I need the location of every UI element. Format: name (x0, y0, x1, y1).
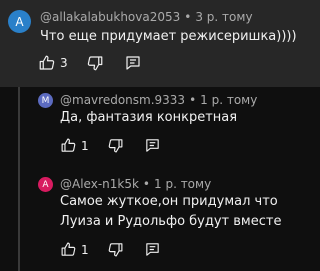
like-count: 1 (81, 138, 89, 153)
meta-separator: • (142, 177, 150, 191)
dislike-button[interactable] (86, 54, 104, 72)
reply-comment: M @mavredonsm.9333 • 1 р. тому Да, фантази… (0, 89, 320, 159)
thumbs-down-icon (108, 139, 123, 153)
avatar[interactable]: A (38, 177, 53, 192)
avatar-letter: A (15, 14, 24, 29)
comment-reply-icon (145, 139, 159, 152)
comment-text: Да, фантазия конкретная (60, 110, 238, 125)
thumbs-up-icon (61, 138, 76, 152)
comment-actions: 3 (38, 54, 142, 72)
thumbs-down-icon (87, 56, 102, 71)
reply-comment: A @Alex-n1k5k • 1 р. тому Самое жуткое,он … (0, 173, 320, 271)
comment-author[interactable]: @allakalabukhova2053 (40, 10, 180, 24)
thumbs-down-icon (108, 243, 123, 257)
comment-meta: @allakalabukhova2053 • 3 р. тому (40, 10, 253, 24)
like-button[interactable]: 3 (38, 54, 68, 72)
avatar[interactable]: A (8, 10, 31, 33)
comment-text: Самое жуткое,он придумал что Луиза и Руд… (60, 194, 282, 229)
reply-button[interactable] (124, 54, 142, 72)
thumbs-up-icon (61, 242, 76, 256)
comment-reply-icon (126, 56, 140, 70)
like-count: 3 (60, 56, 68, 70)
thumbs-up-icon (39, 55, 55, 70)
comment-author[interactable]: @Alex-n1k5k (60, 177, 139, 191)
like-button[interactable]: 1 (60, 241, 89, 258)
comment: A @allakalabukhova2053 • 3 р. тому Что еще… (0, 0, 320, 87)
like-count: 1 (81, 242, 89, 257)
comment-meta: @Alex-n1k5k • 1 р. тому (60, 177, 211, 191)
reply-button[interactable] (144, 137, 161, 154)
comment-author[interactable]: @mavredonsm.9333 (60, 93, 185, 107)
dislike-button[interactable] (107, 137, 124, 154)
meta-separator: • (184, 10, 192, 24)
comment-time[interactable]: 1 р. тому (154, 177, 211, 191)
comment-text: Что еще придумает режисеришка)))) (40, 29, 297, 44)
comment-time[interactable]: 3 р. тому (195, 10, 252, 24)
comment-actions: 1 (60, 137, 161, 154)
avatar[interactable]: M (38, 93, 53, 108)
like-button[interactable]: 1 (60, 137, 89, 154)
meta-separator: • (189, 93, 197, 107)
comment-reply-icon (145, 243, 159, 256)
comment-time[interactable]: 1 р. тому (200, 93, 257, 107)
comment-meta: @mavredonsm.9333 • 1 р. тому (60, 93, 257, 107)
avatar-letter: A (42, 179, 49, 190)
reply-button[interactable] (144, 241, 161, 258)
comment-actions: 1 (60, 241, 161, 258)
avatar-letter: M (41, 95, 50, 106)
dislike-button[interactable] (107, 241, 124, 258)
